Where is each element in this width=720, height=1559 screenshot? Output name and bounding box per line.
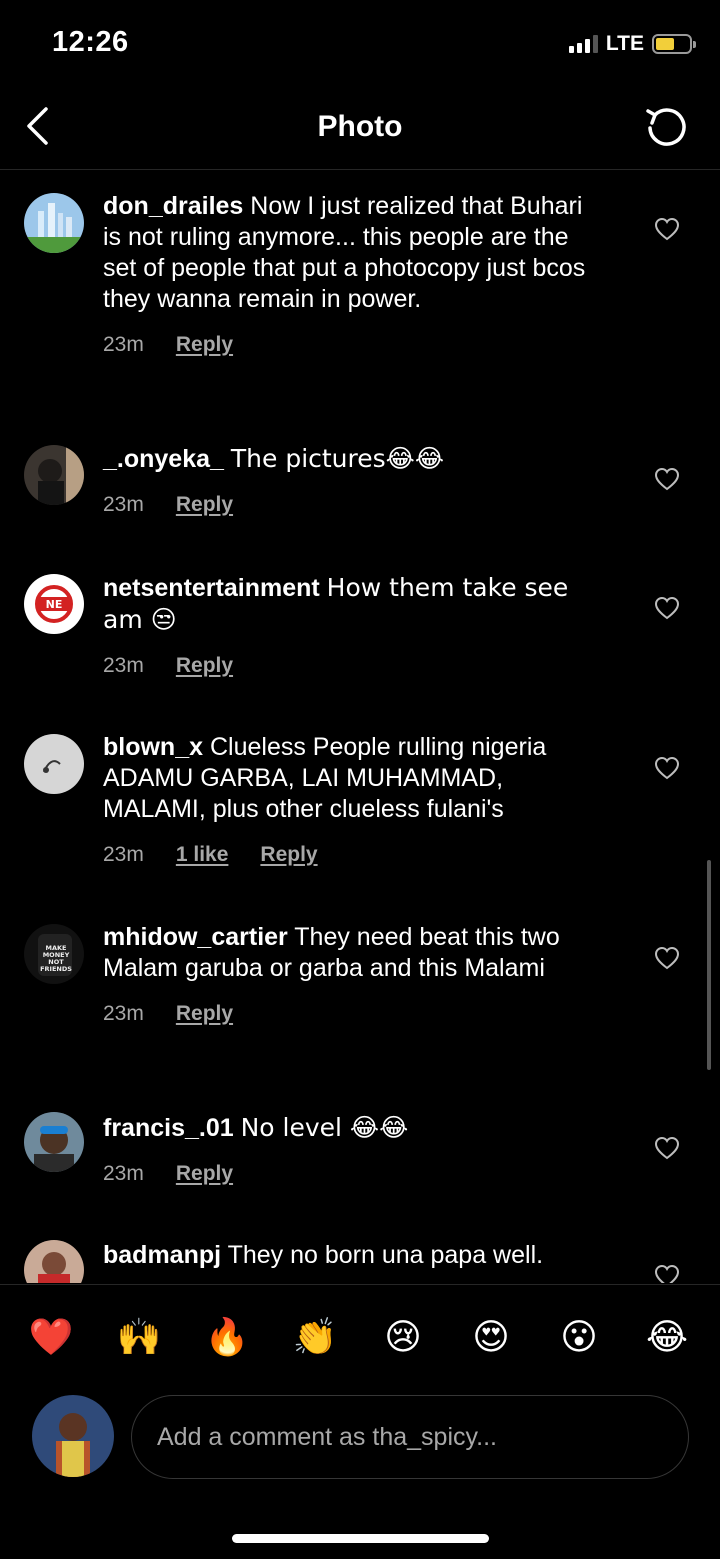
comment-time: 23m bbox=[103, 1002, 144, 1025]
network-label: LTE bbox=[605, 32, 644, 55]
avatar[interactable] bbox=[24, 193, 84, 253]
reply-button[interactable]: Reply bbox=[176, 329, 233, 360]
avatar[interactable] bbox=[24, 445, 84, 505]
comment-username[interactable]: blown_x bbox=[103, 733, 203, 761]
reaction-laughing-emoji[interactable]: 😂 bbox=[642, 1313, 692, 1363]
heart-icon[interactable] bbox=[654, 217, 680, 241]
svg-text:FRIENDS: FRIENDS bbox=[40, 965, 72, 973]
reply-button[interactable]: Reply bbox=[176, 489, 233, 520]
status-indicators: LTE bbox=[568, 32, 696, 56]
comment-time: 23m bbox=[103, 493, 144, 516]
refresh-icon[interactable] bbox=[644, 105, 690, 151]
comment-time: 23m bbox=[103, 333, 144, 356]
comment-username[interactable]: _.onyeka_ bbox=[103, 445, 224, 473]
heart-icon[interactable] bbox=[654, 756, 680, 780]
comment-username[interactable]: francis_.01 bbox=[103, 1114, 234, 1142]
heart-icon[interactable] bbox=[654, 1136, 680, 1160]
comments-list[interactable]: don_drailes Now I just realized that Buh… bbox=[0, 171, 720, 1283]
reaction-heart-emoji[interactable]: ❤️ bbox=[26, 1313, 76, 1363]
reply-button[interactable]: Reply bbox=[176, 1158, 233, 1189]
page-title: Photo bbox=[317, 110, 403, 143]
comment-text: They no born una papa well. bbox=[227, 1241, 544, 1269]
reaction-bar: ❤️ 🙌 🔥 👏 😢 😍 😮 😂 bbox=[0, 1284, 720, 1384]
reaction-raised-hands-emoji[interactable]: 🙌 bbox=[114, 1313, 164, 1363]
heart-icon[interactable] bbox=[654, 1264, 680, 1283]
heart-icon[interactable] bbox=[654, 467, 680, 491]
reaction-fire-emoji[interactable]: 🔥 bbox=[202, 1313, 252, 1363]
home-indicator[interactable] bbox=[232, 1534, 489, 1543]
comment-time: 23m bbox=[103, 654, 144, 677]
reaction-heart-eyes-emoji[interactable]: 😍 bbox=[466, 1313, 516, 1363]
avatar[interactable]: MAKE MONEY NOT FRIENDS bbox=[24, 924, 84, 984]
current-user-avatar bbox=[32, 1395, 114, 1477]
avatar[interactable] bbox=[24, 734, 84, 794]
battery-icon bbox=[652, 34, 696, 54]
reply-button[interactable]: Reply bbox=[176, 650, 233, 681]
comment-username[interactable]: don_drailes bbox=[103, 192, 243, 220]
comment-username[interactable]: netsentertainment bbox=[103, 574, 320, 602]
comment-input[interactable] bbox=[131, 1395, 689, 1479]
comment-text: The pictures😂😂 bbox=[230, 444, 445, 473]
reaction-surprised-emoji[interactable]: 😮 bbox=[554, 1313, 604, 1363]
comment-time: 23m bbox=[103, 843, 144, 866]
nav-bar: Photo bbox=[0, 90, 720, 170]
signal-icon bbox=[568, 35, 598, 53]
reply-button[interactable]: Reply bbox=[260, 839, 317, 870]
likes-count[interactable]: 1 like bbox=[176, 839, 229, 870]
reaction-clap-emoji[interactable]: 👏 bbox=[290, 1313, 340, 1363]
reaction-crying-emoji[interactable]: 😢 bbox=[378, 1313, 428, 1363]
status-time: 12:26 bbox=[52, 26, 129, 58]
comment-time: 23m bbox=[103, 1162, 144, 1185]
avatar[interactable] bbox=[24, 1112, 84, 1172]
avatar[interactable] bbox=[24, 1240, 84, 1283]
comment-username[interactable]: mhidow_cartier bbox=[103, 923, 288, 951]
svg-text:NE: NE bbox=[46, 598, 63, 611]
avatar[interactable]: NE bbox=[24, 574, 84, 634]
reply-button[interactable]: Reply bbox=[176, 998, 233, 1029]
comment-username[interactable]: badmanpj bbox=[103, 1241, 221, 1269]
scrollbar[interactable] bbox=[707, 860, 711, 1070]
heart-icon[interactable] bbox=[654, 596, 680, 620]
comment-text: No level 😂😂 bbox=[240, 1113, 409, 1142]
heart-icon[interactable] bbox=[654, 946, 680, 970]
status-bar: 12:26 LTE bbox=[0, 0, 720, 90]
